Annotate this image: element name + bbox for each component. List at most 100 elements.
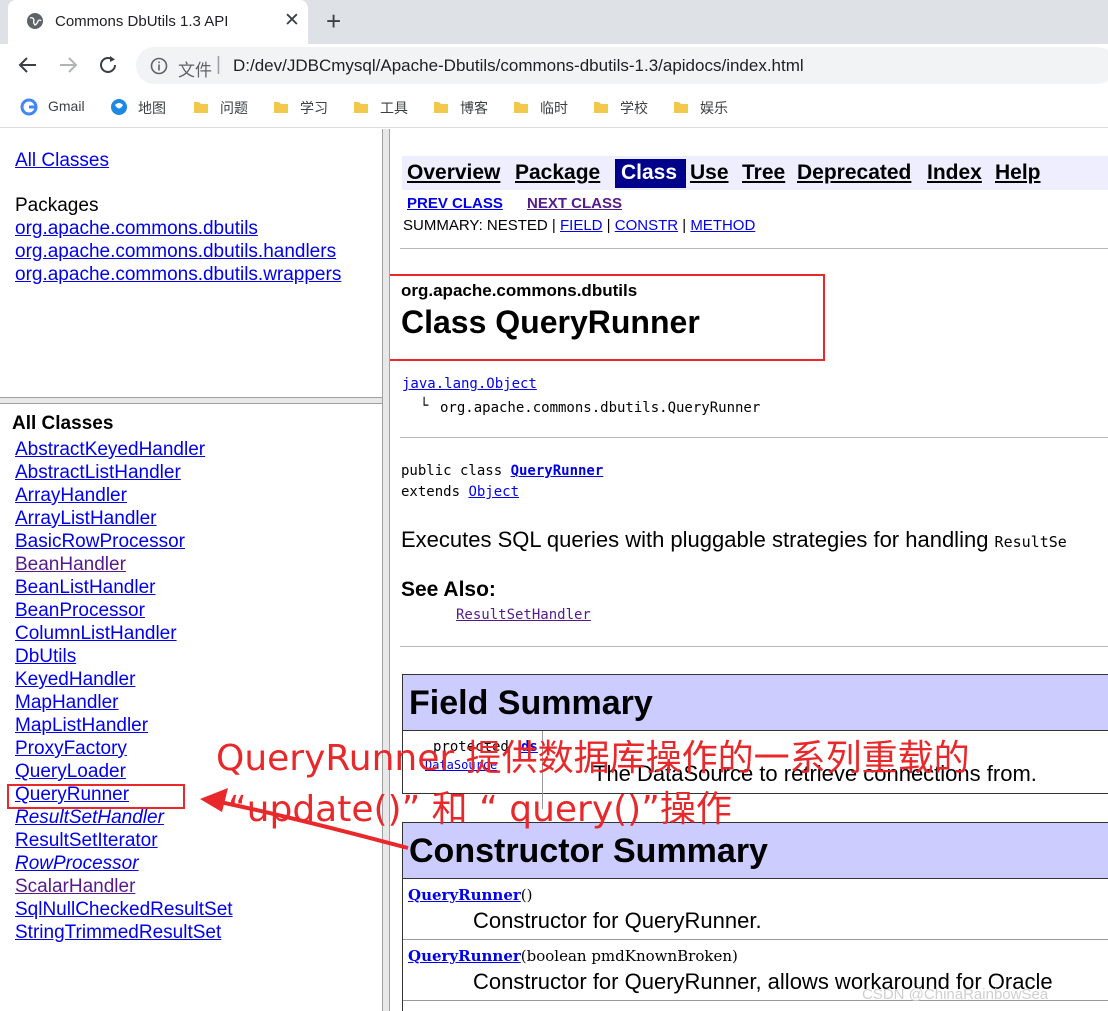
new-tab-icon[interactable]: + [326,8,341,34]
bookmark-label: 学校 [620,100,648,116]
packages-label: Packages [15,195,99,216]
decl-object-link[interactable]: Object [468,484,519,500]
tab-title: Commons DbUtils 1.3 API [55,13,229,30]
class-link[interactable]: ProxyFactory [15,738,127,760]
annotation-line-2: “update()” 和 “ query()”操作 [228,789,732,830]
constructor-signature: QueryRunner(boolean pmdKnownBroken) [408,947,738,965]
divider [400,248,1108,249]
nav-tree[interactable]: Tree [742,161,785,185]
bookmark-label: 问题 [220,100,248,116]
class-link[interactable]: QueryLoader [15,761,126,783]
hierarchy-child: org.apache.commons.dbutils.QueryRunner [440,400,761,416]
class-link[interactable]: ArrayHandler [15,485,127,507]
class-link[interactable]: KeyedHandler [15,669,135,691]
class-link[interactable]: BeanListHandler [15,577,155,599]
bookmark-label: 临时 [540,100,568,116]
package-link[interactable]: org.apache.commons.dbutils.handlers [15,241,336,263]
classes-frame: All Classes AbstractKeyedHandler Abstrac… [0,404,382,1011]
address-bar[interactable]: 文件 | D:/dev/JDBCmysql/Apache-Dbutils/com… [136,47,1108,84]
folder-icon [194,102,208,113]
interface-link[interactable]: RowProcessor [15,853,139,875]
reload-icon[interactable] [95,52,121,78]
google-icon [20,98,38,116]
class-declaration: public class QueryRunner [401,463,603,479]
class-link[interactable]: BeanProcessor [15,600,145,622]
class-link[interactable]: AbstractKeyedHandler [15,439,205,461]
browser-tab[interactable]: Commons DbUtils 1.3 API ✕ [8,0,308,44]
constructor-row: QueryRunner() Constructor for QueryRunne… [403,879,1108,940]
summary-constr-link[interactable]: CONSTR [615,217,678,234]
class-extends: extends Object [401,484,519,500]
class-link[interactable]: ScalarHandler [15,876,135,898]
decl-class-link[interactable]: QueryRunner [511,463,604,479]
nav-help[interactable]: Help [995,161,1041,185]
nav-class: Class [621,161,678,184]
highlight-box [390,274,825,361]
class-link[interactable]: ColumnListHandler [15,623,177,645]
constructor-link[interactable]: QueryRunner [408,886,521,904]
bookmarks-bar: Gmail 地图 问题 学习 工具 博客 临时 学校 娱乐 [0,88,1108,128]
url-text[interactable]: D:/dev/JDBCmysql/Apache-Dbutils/commons-… [233,56,804,76]
nav-class-selected: Class [615,159,686,188]
next-class-link[interactable]: NEXT CLASS [527,195,622,212]
hierarchy-branch: └ [420,398,429,414]
nav-deprecated[interactable]: Deprecated [797,161,911,185]
summary-method-link[interactable]: METHOD [690,217,755,234]
constructor-link[interactable]: QueryRunner [408,947,521,965]
interface-link[interactable]: ResultSetHandler [15,807,164,829]
frame-splitter-horizontal[interactable] [0,397,382,404]
constructor-description: Constructor for QueryRunner. [473,908,762,933]
class-link[interactable]: SqlNullCheckedResultSet [15,899,233,921]
package-link[interactable]: org.apache.commons.dbutils [15,218,258,240]
class-link[interactable]: DbUtils [15,646,76,668]
all-classes-heading: All Classes [12,413,114,434]
see-also-link[interactable]: ResultSetHandler [456,607,591,623]
forward-icon[interactable] [55,52,81,78]
doc-navbar: Overview Package Class Use Tree Deprecat… [402,156,1108,190]
constructor-summary-title: Constructor Summary [409,832,768,870]
summary-field-link[interactable]: FIELD [560,217,603,234]
class-link[interactable]: MapListHandler [15,715,148,737]
field-summary-title: Field Summary [409,684,653,722]
hierarchy-parent-link[interactable]: java.lang.Object [402,376,537,392]
divider [400,437,1108,438]
frame-splitter-vertical[interactable] [382,129,390,1011]
nav-index[interactable]: Index [927,161,982,185]
bookmark-label: Gmail [48,98,85,114]
bookmark-label: 地图 [138,100,166,116]
bookmark-label: 娱乐 [700,100,728,116]
browser-toolbar: 文件 | D:/dev/JDBCmysql/Apache-Dbutils/com… [0,44,1108,88]
constructor-signature: QueryRunner() [408,886,532,904]
class-link[interactable]: StringTrimmedResultSet [15,922,221,944]
info-icon[interactable] [150,57,168,75]
bookmark-label: 学习 [300,100,328,116]
class-link[interactable]: BeanHandler [15,554,126,576]
bookmark-label: 博客 [460,100,488,116]
url-separator: | [216,54,221,75]
package-link[interactable]: org.apache.commons.dbutils.wrappers [15,264,341,286]
divider [400,646,1108,647]
class-link[interactable]: BasicRowProcessor [15,531,185,553]
nav-package[interactable]: Package [515,161,600,185]
description-text: Executes SQL queries with pluggable stra… [401,527,995,552]
nav-use[interactable]: Use [690,161,729,185]
all-classes-link[interactable]: All Classes [15,150,109,172]
close-tab-icon[interactable]: ✕ [284,10,300,32]
packages-frame: All Classes Packages org.apache.commons.… [0,129,382,397]
class-link[interactable]: MapHandler [15,692,119,714]
highlight-box [7,784,185,809]
bookmark-label: 工具 [380,100,408,116]
folder-icon [274,102,288,113]
constructor-params: () [520,886,533,904]
folder-icon [594,102,608,113]
nav-overview[interactable]: Overview [407,161,500,185]
class-link[interactable]: ArrayListHandler [15,508,157,530]
description-code: ResultSe [994,533,1067,551]
prev-class-link[interactable]: PREV CLASS [407,195,503,212]
folder-icon [434,102,448,113]
back-icon[interactable] [15,52,41,78]
summary-prefix: SUMMARY: NESTED | [403,217,560,234]
class-link[interactable]: AbstractListHandler [15,462,181,484]
class-link[interactable]: ResultSetIterator [15,830,158,852]
see-also-label: See Also: [401,578,496,601]
